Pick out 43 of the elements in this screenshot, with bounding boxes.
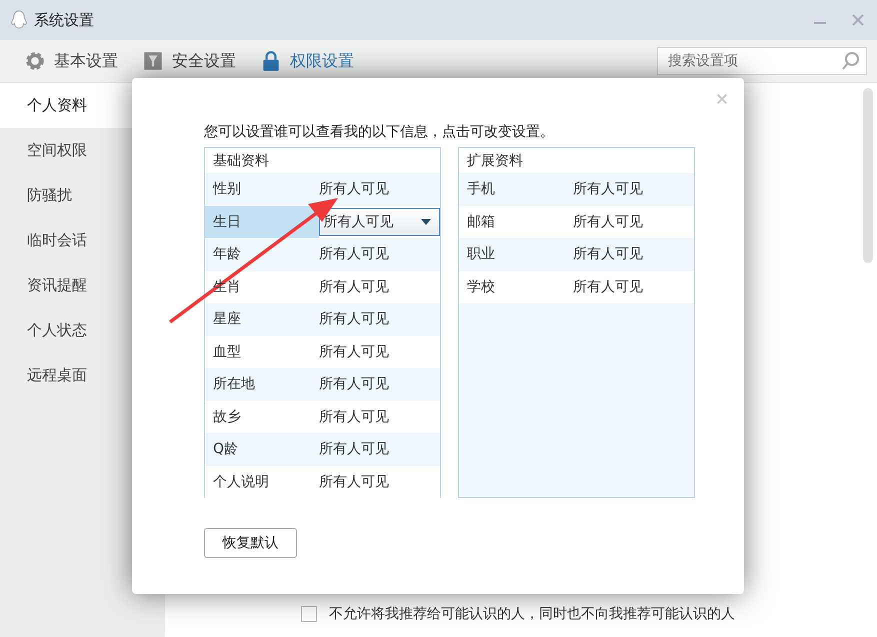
field-label: 年龄: [213, 245, 241, 264]
visibility-value[interactable]: 所有人可见: [319, 310, 389, 328]
visibility-value[interactable]: 所有人可见: [319, 342, 389, 361]
table-title: 基础资料: [213, 152, 269, 170]
table-row[interactable]: 邮箱 所有人可见: [459, 206, 694, 238]
settings-tab[interactable]: 权限设置: [260, 50, 354, 72]
field-label: 手机: [467, 180, 495, 198]
visibility-value[interactable]: 所有人可见: [319, 472, 389, 491]
restore-default-button[interactable]: 恢复默认: [204, 528, 297, 558]
field-label: 星座: [213, 310, 241, 328]
search-field[interactable]: 搜索设置项: [657, 47, 867, 75]
visibility-value[interactable]: 所有人可见: [319, 278, 389, 296]
visibility-value[interactable]: 所有人可见: [573, 278, 643, 296]
settings-tab[interactable]: 基本设置: [24, 50, 118, 72]
field-label: 个人说明: [213, 472, 269, 491]
settings-tab[interactable]: 安全设置: [142, 50, 236, 72]
visibility-value[interactable]: 所有人可见: [319, 180, 389, 198]
field-label: 邮箱: [467, 212, 495, 231]
field-label: 性别: [213, 180, 241, 198]
table-row[interactable]: 生日 所有人可见: [205, 206, 440, 238]
field-label: 故乡: [213, 408, 241, 426]
table-row[interactable]: 学校 所有人可见: [459, 270, 694, 303]
field-label: 血型: [213, 342, 241, 361]
field-label: 职业: [467, 245, 495, 264]
visibility-value[interactable]: 所有人可见: [319, 440, 389, 458]
visibility-value[interactable]: 所有人可见: [573, 212, 643, 231]
visibility-value[interactable]: 所有人可见: [319, 245, 389, 264]
field-label: Q龄: [213, 440, 238, 458]
field-label: 生日: [213, 212, 241, 231]
visibility-value[interactable]: 所有人可见: [573, 180, 643, 198]
table-row[interactable]: 个人说明 所有人可见: [205, 466, 440, 498]
visibility-dropdown[interactable]: 所有人可见: [318, 208, 440, 236]
table-title: 扩展资料: [467, 152, 523, 170]
window-title: 系统设置: [34, 10, 94, 30]
field-label: 学校: [467, 278, 495, 296]
field-label: 所在地: [213, 375, 255, 394]
visibility-value[interactable]: 所有人可见: [319, 408, 389, 426]
intro-text: 您可以设置谁可以查看我的以下信息，点击可改变设置。: [204, 123, 555, 142]
table-row[interactable]: 血型 所有人可见: [205, 336, 440, 368]
table-row[interactable]: 故乡 所有人可见: [205, 400, 440, 433]
visibility-value[interactable]: 所有人可见: [319, 375, 389, 394]
visibility-value[interactable]: 所有人可见: [573, 245, 643, 264]
checkbox-label: 不允许将我推荐给可能认识的人，同时也不向我推荐可能认识的人: [329, 605, 735, 623]
